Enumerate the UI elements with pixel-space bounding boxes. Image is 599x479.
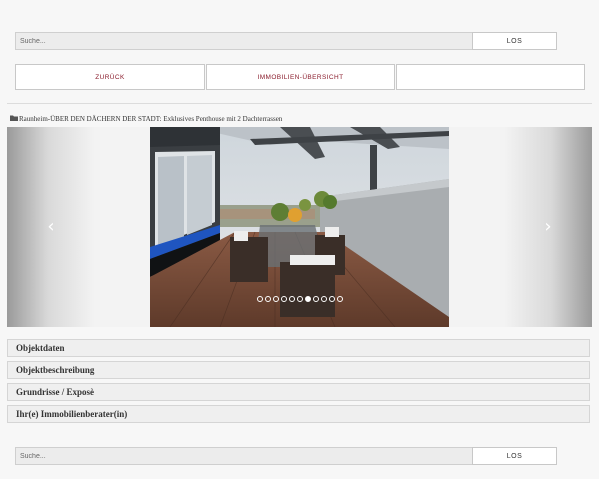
empty-nav-button[interactable]	[396, 64, 585, 90]
slide-dot-9[interactable]	[321, 296, 327, 302]
search-input[interactable]	[15, 32, 476, 50]
slide-dot-3[interactable]	[273, 296, 279, 302]
search-bar-bottom: LOS	[15, 447, 585, 465]
section-grundrisse[interactable]: Grundrisse / Exposè	[7, 383, 590, 401]
back-button[interactable]: ZURÜCK	[15, 64, 205, 90]
slide-indicators	[257, 296, 343, 302]
search-button[interactable]: LOS	[472, 32, 557, 50]
image-gallery: ‹ ›	[7, 127, 592, 327]
slide-dot-1[interactable]	[257, 296, 263, 302]
slide-dot-10[interactable]	[329, 296, 335, 302]
next-slide-arrow[interactable]: ›	[540, 218, 556, 236]
detail-sections: Objektdaten Objektbeschreibung Grundriss…	[7, 339, 592, 427]
section-objektbeschreibung[interactable]: Objektbeschreibung	[7, 361, 590, 379]
breadcrumb-text: Raunheim-ÜBER DEN DÄCHERN DER STADT: Exk…	[19, 115, 283, 123]
slide-dot-5[interactable]	[289, 296, 295, 302]
breadcrumb: Raunheim-ÜBER DEN DÄCHERN DER STADT: Exk…	[10, 115, 282, 123]
search-button-bottom[interactable]: LOS	[472, 447, 557, 465]
slide-dot-7[interactable]	[305, 296, 311, 302]
section-immobilienberater[interactable]: Ihr(e) Immobilienberater(in)	[7, 405, 590, 423]
slide-dot-2[interactable]	[265, 296, 271, 302]
section-objektdaten[interactable]: Objektdaten	[7, 339, 590, 357]
overview-button[interactable]: IMMOBILIEN-ÜBERSICHT	[206, 64, 395, 90]
search-bar-top: LOS	[15, 32, 585, 50]
divider	[7, 103, 592, 104]
slide-dot-4[interactable]	[281, 296, 287, 302]
slide-dot-11[interactable]	[337, 296, 343, 302]
previous-slide-arrow[interactable]: ‹	[43, 218, 59, 236]
folder-icon	[10, 115, 18, 123]
object-navigation: ZURÜCK IMMOBILIEN-ÜBERSICHT	[15, 64, 585, 90]
slide-dot-6[interactable]	[297, 296, 303, 302]
slide-dot-8[interactable]	[313, 296, 319, 302]
search-input-bottom[interactable]	[15, 447, 476, 465]
